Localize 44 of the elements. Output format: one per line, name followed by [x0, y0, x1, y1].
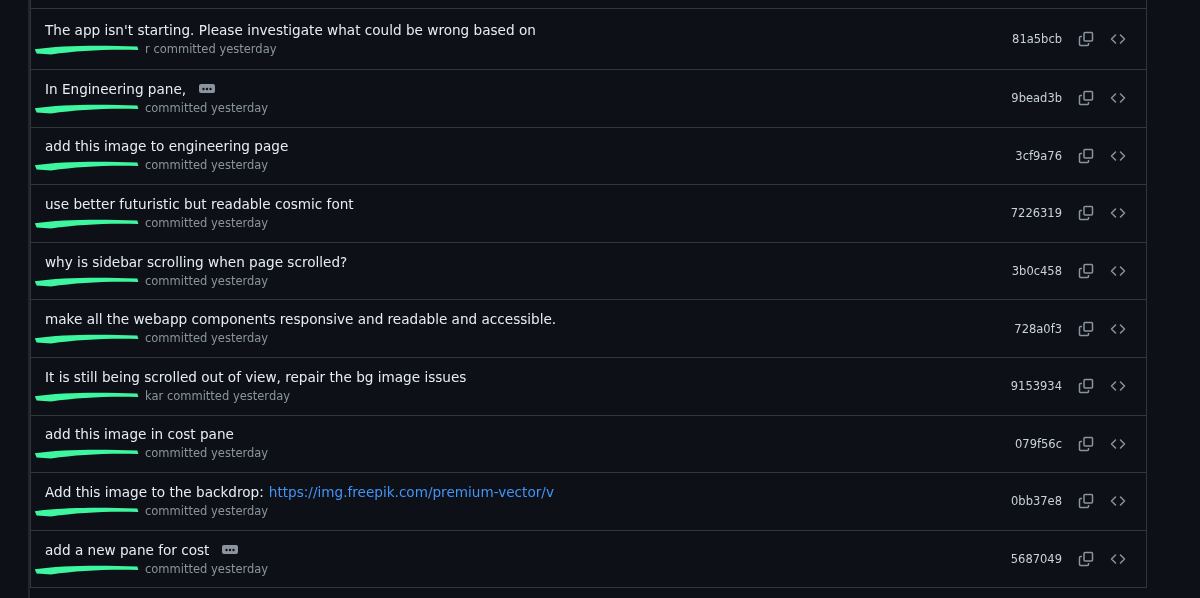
- commit-message[interactable]: Add this image to the backdrop:: [45, 483, 264, 500]
- copy-icon[interactable]: [1078, 435, 1094, 452]
- commit-sha[interactable]: 9153934: [1010, 379, 1062, 394]
- commit-message[interactable]: use better futuristic but readable cosmic font: [45, 196, 354, 212]
- commit-message[interactable]: In Engineering pane,: [45, 80, 187, 97]
- copy-icon[interactable]: [1078, 263, 1094, 280]
- copy-icon[interactable]: [1078, 378, 1094, 395]
- commit-meta: committed yesterday: [145, 331, 269, 346]
- expand-message-button[interactable]: [222, 545, 239, 555]
- commit-sha[interactable]: 81a5bcb: [1012, 32, 1062, 46]
- commit-sha[interactable]: 0bb37e8: [1011, 494, 1062, 509]
- commit-meta: kar committed yesterday: [145, 388, 291, 403]
- commit-message[interactable]: add this image to engineering page: [45, 138, 289, 155]
- copy-icon[interactable]: [1078, 90, 1094, 107]
- commit-meta: committed yesterday: [145, 273, 269, 288]
- commit-message[interactable]: add this image in cost pane: [45, 426, 234, 443]
- commit-sha[interactable]: 7226319: [1010, 206, 1062, 221]
- commit-sha[interactable]: 728a0f3: [1014, 321, 1062, 336]
- commit-meta: committed yesterday: [145, 446, 269, 461]
- commit-sha[interactable]: 5687049: [1010, 552, 1062, 567]
- copy-icon[interactable]: [1078, 493, 1094, 510]
- commit-message[interactable]: The app isn't starting. Please investigate what could be wrong based on: [45, 21, 536, 38]
- commit-meta: committed yesterday: [145, 561, 269, 576]
- commit-sha[interactable]: 3cf9a76: [1015, 148, 1062, 163]
- expand-message-button[interactable]: [199, 84, 216, 94]
- commit-link[interactable]: https://img.freepik.com/premium-vector/v: [268, 483, 554, 500]
- commit-message[interactable]: It is still being scrolled out of view, repair the bg image issues: [45, 368, 467, 385]
- copy-icon[interactable]: [1078, 31, 1094, 47]
- commit-meta: committed yesterday: [145, 503, 269, 518]
- commit-meta: committed yesterday: [145, 158, 269, 173]
- commit-message[interactable]: make all the webapp components responsive and readable and accessible.: [45, 311, 557, 328]
- commit-meta: committed yesterday: [145, 100, 269, 115]
- commit-sha[interactable]: 079f56c: [1015, 436, 1062, 451]
- code-icon[interactable]: [1110, 31, 1126, 47]
- copy-icon[interactable]: [1078, 551, 1094, 568]
- commit-meta: r committed yesterday: [145, 41, 277, 56]
- copy-icon[interactable]: [1078, 205, 1094, 222]
- copy-icon[interactable]: [1078, 320, 1094, 337]
- commit-message[interactable]: add a new pane for cost: [45, 541, 210, 558]
- copy-icon[interactable]: [1078, 147, 1094, 164]
- commit-sha[interactable]: 9bead3b: [1011, 91, 1062, 106]
- commit-sha[interactable]: 3b0c458: [1011, 264, 1062, 279]
- commit-message[interactable]: why is sidebar scrolling when page scrolled?: [45, 253, 348, 270]
- commit-meta: committed yesterday: [145, 216, 269, 230]
